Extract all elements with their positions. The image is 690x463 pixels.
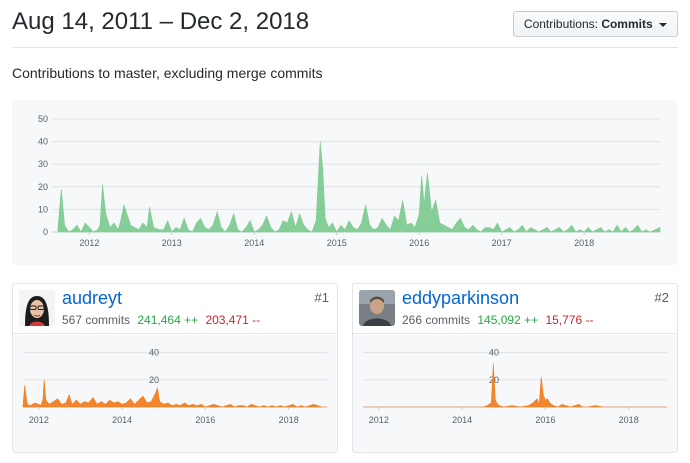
contributor-card-header: eddyparkinson 266 commits 145,092 ++ 15,… xyxy=(353,284,677,334)
contributor-rank: #2 xyxy=(654,290,669,305)
x-tick-label: 2018 xyxy=(619,415,639,425)
y-tick-label: 10 xyxy=(38,204,48,214)
x-tick-label: 2016 xyxy=(409,238,429,248)
x-tick-label: 2014 xyxy=(112,415,132,425)
x-tick-label: 2012 xyxy=(79,238,99,248)
main-contributions-chart: 0 10 20 30 40 50 2012 2013 2014 2015 2016 2017 2018 xyxy=(12,100,678,265)
contributor-chart-svg: 20 40 2012 2014 2016 2018 xyxy=(22,348,327,425)
x-tick-label: 2016 xyxy=(195,415,215,425)
x-tick-label: 2018 xyxy=(279,415,299,425)
y-tick-label: 30 xyxy=(38,159,48,169)
x-tick-label: 2013 xyxy=(162,238,182,248)
avatar[interactable] xyxy=(359,290,395,326)
y-tick-label: 0 xyxy=(43,227,48,237)
contributions-dropdown-button[interactable]: Contributions: Commits xyxy=(512,11,678,37)
x-tick-label: 2012 xyxy=(369,415,389,425)
contributor-username-link[interactable]: audreyt xyxy=(62,288,122,309)
contributor-chart-svg: 20402012201420162018 xyxy=(363,348,667,425)
caret-down-icon xyxy=(659,22,667,27)
series-area xyxy=(22,379,327,408)
x-tick-label: 2014 xyxy=(244,238,264,248)
y-tick-label: 20 xyxy=(38,182,48,192)
page-title: Aug 14, 2011 – Dec 2, 2018 xyxy=(12,8,310,35)
avatar[interactable] xyxy=(19,290,55,326)
x-tick-label: 2017 xyxy=(492,238,512,248)
deletions-count: 15,776 -- xyxy=(545,313,594,327)
x-tick-label: 2015 xyxy=(327,238,347,248)
contributor-stats: 266 commits 145,092 ++ 15,776 -- xyxy=(402,313,593,327)
y-tick-label: 40 xyxy=(38,137,48,147)
contributions-label: Contributions: xyxy=(523,17,598,31)
contributor-chart: 20 40 2012 2014 2016 2018 xyxy=(13,335,337,452)
commit-count-link[interactable]: 567 commits xyxy=(62,313,130,327)
additions-count: 145,092 ++ xyxy=(477,313,539,327)
contributor-username-link[interactable]: eddyparkinson xyxy=(402,288,519,309)
deletions-count: 203,471 -- xyxy=(205,313,261,327)
contributions-value: Commits xyxy=(601,17,653,31)
additions-count: 241,464 ++ xyxy=(137,313,199,327)
series-area xyxy=(363,363,667,408)
x-tick-label: 2012 xyxy=(29,415,49,425)
header-divider xyxy=(12,47,678,48)
x-tick-label: 2014 xyxy=(452,415,472,425)
x-tick-label: 2016 xyxy=(535,415,555,425)
commit-count-link[interactable]: 266 commits xyxy=(402,313,470,327)
contributor-card-audreyt: audreyt 567 commits 241,464 ++ 203,471 -… xyxy=(12,283,338,453)
page-subtitle: Contributions to master, excluding merge… xyxy=(12,65,323,81)
main-chart-svg: 0 10 20 30 40 50 2012 2013 2014 2015 2016 2017 2018 xyxy=(38,114,661,248)
contributor-chart: 20402012201420162018 xyxy=(353,335,677,452)
y-tick-label: 40 xyxy=(149,348,159,358)
y-tick-label: 20 xyxy=(149,375,159,385)
y-tick-label: 40 xyxy=(489,348,499,358)
contributor-stats: 567 commits 241,464 ++ 203,471 -- xyxy=(62,313,260,327)
contributor-card-header: audreyt 567 commits 241,464 ++ 203,471 -… xyxy=(13,284,337,334)
contributor-rank: #1 xyxy=(314,290,329,305)
contributor-card-eddyparkinson: eddyparkinson 266 commits 145,092 ++ 15,… xyxy=(352,283,678,453)
x-tick-label: 2018 xyxy=(574,238,594,248)
y-tick-label: 50 xyxy=(38,114,48,124)
